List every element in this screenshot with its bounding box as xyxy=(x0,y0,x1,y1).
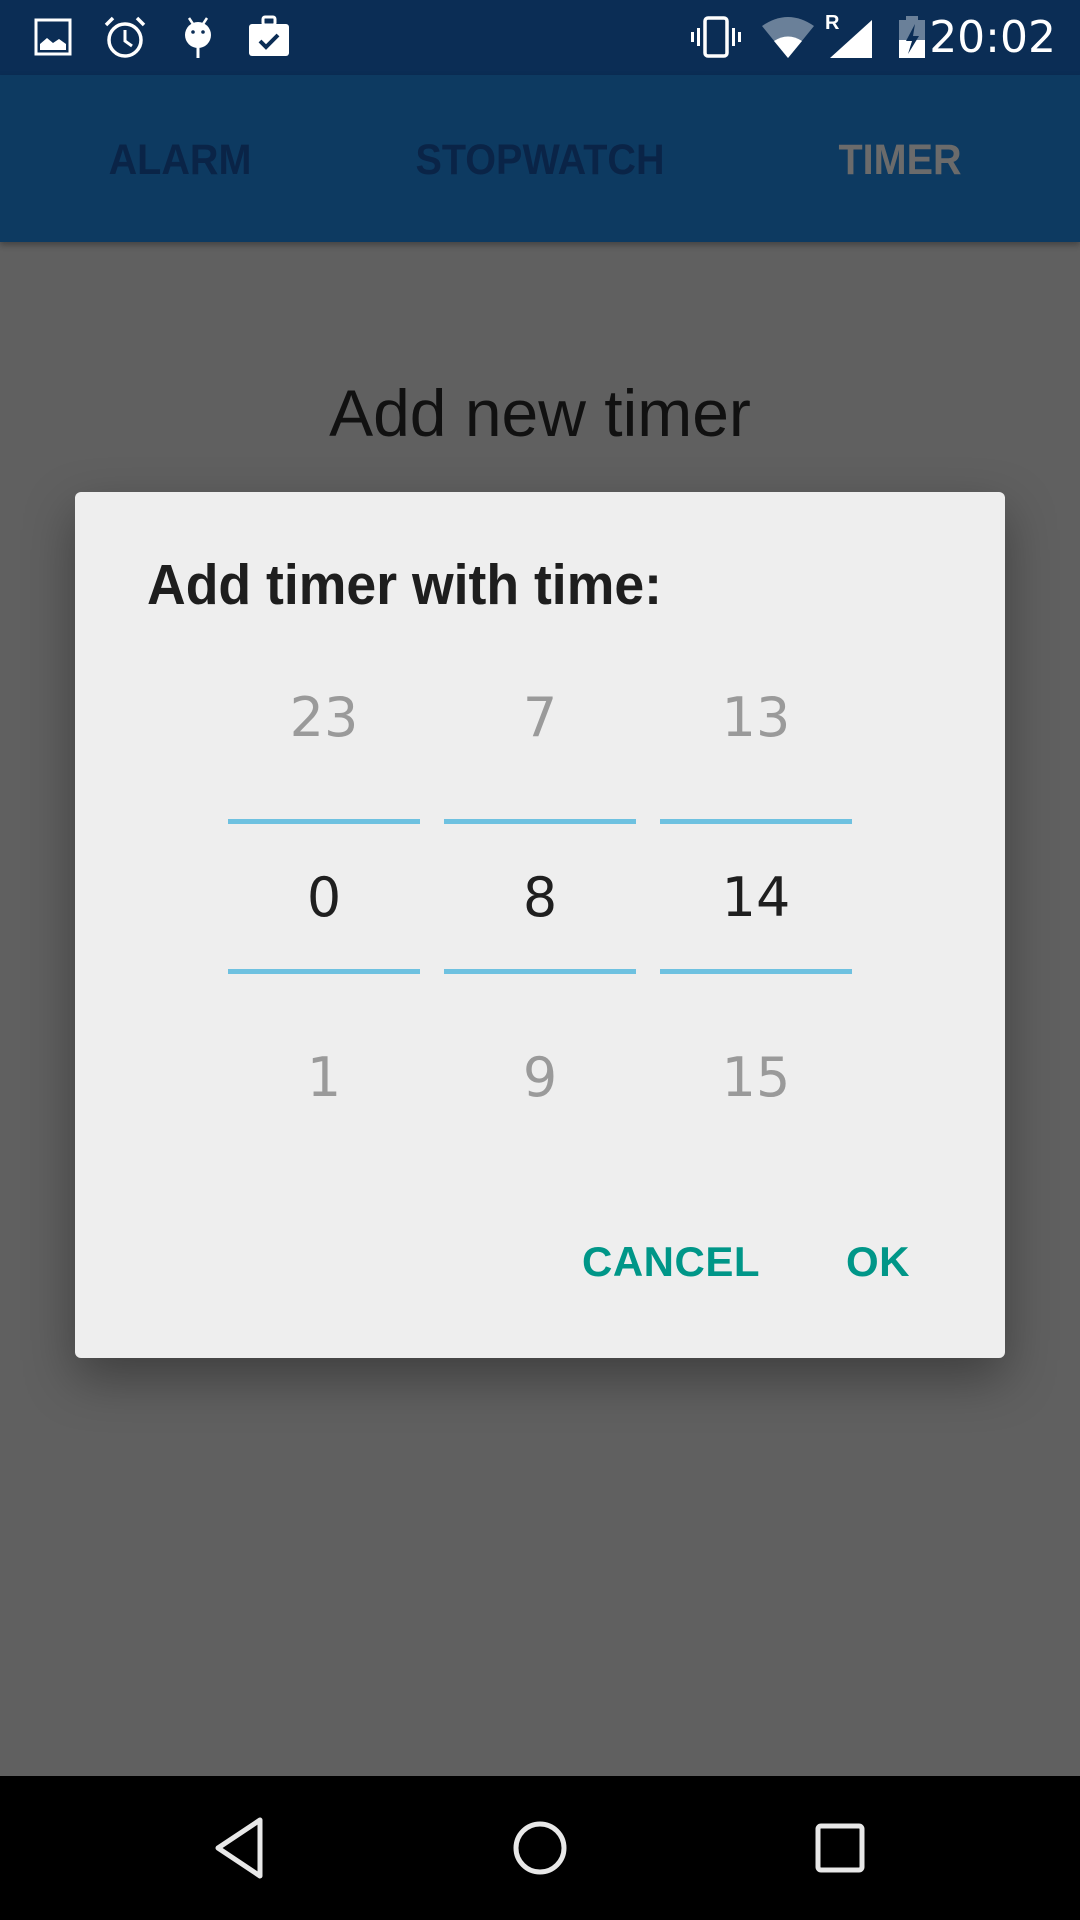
hours-picker[interactable]: 23 0 1 xyxy=(228,492,420,1358)
picker-divider-bottom xyxy=(444,969,636,974)
seconds-picker[interactable]: 13 14 15 xyxy=(660,492,852,1358)
android-debug-icon xyxy=(185,17,211,58)
tab-bar: ALARM STOPWATCH TIMER xyxy=(0,75,1080,242)
work-briefcase-check-icon xyxy=(249,15,289,56)
hours-prev-value[interactable]: 23 xyxy=(228,686,420,749)
picker-divider-bottom xyxy=(660,969,852,974)
recents-icon[interactable] xyxy=(800,1808,880,1888)
vibrate-icon xyxy=(691,16,741,58)
minutes-next-value[interactable]: 9 xyxy=(444,1046,636,1109)
seconds-selected-value[interactable]: 14 xyxy=(660,866,852,929)
clock-time: 20:02 xyxy=(929,12,1056,63)
minutes-prev-value[interactable]: 7 xyxy=(444,686,636,749)
hours-next-value[interactable]: 1 xyxy=(228,1046,420,1109)
back-icon[interactable] xyxy=(200,1808,280,1888)
picker-divider-bottom xyxy=(228,969,420,974)
tab-timer[interactable]: TIMER xyxy=(790,125,1011,195)
picker-divider-top xyxy=(228,819,420,824)
minutes-picker[interactable]: 7 8 9 xyxy=(444,492,636,1358)
cancel-button[interactable]: CANCEL xyxy=(582,1232,760,1292)
hours-selected-value[interactable]: 0 xyxy=(228,866,420,929)
seconds-prev-value[interactable]: 13 xyxy=(660,686,852,749)
signal-roaming-icon xyxy=(830,20,872,58)
ok-button[interactable]: OK xyxy=(846,1232,910,1292)
navigation-bar xyxy=(0,1776,1080,1920)
picker-divider-top xyxy=(660,819,852,824)
wifi-icon xyxy=(762,17,814,58)
minutes-selected-value[interactable]: 8 xyxy=(444,866,636,929)
add-timer-dialog: Add timer with time: 23 0 1 7 8 9 13 14 … xyxy=(75,492,1005,1358)
alarm-clock-icon xyxy=(104,16,146,58)
battery-charging-icon xyxy=(899,16,925,58)
add-new-timer-heading: Add new timer xyxy=(329,376,751,450)
tab-alarm[interactable]: ALARM xyxy=(70,125,291,195)
home-icon[interactable] xyxy=(500,1808,580,1888)
image-icon xyxy=(34,18,72,56)
status-bar: R 20:02 xyxy=(0,0,1080,75)
seconds-next-value[interactable]: 15 xyxy=(660,1046,852,1109)
picker-divider-top xyxy=(444,819,636,824)
tab-stopwatch[interactable]: STOPWATCH xyxy=(374,125,705,195)
